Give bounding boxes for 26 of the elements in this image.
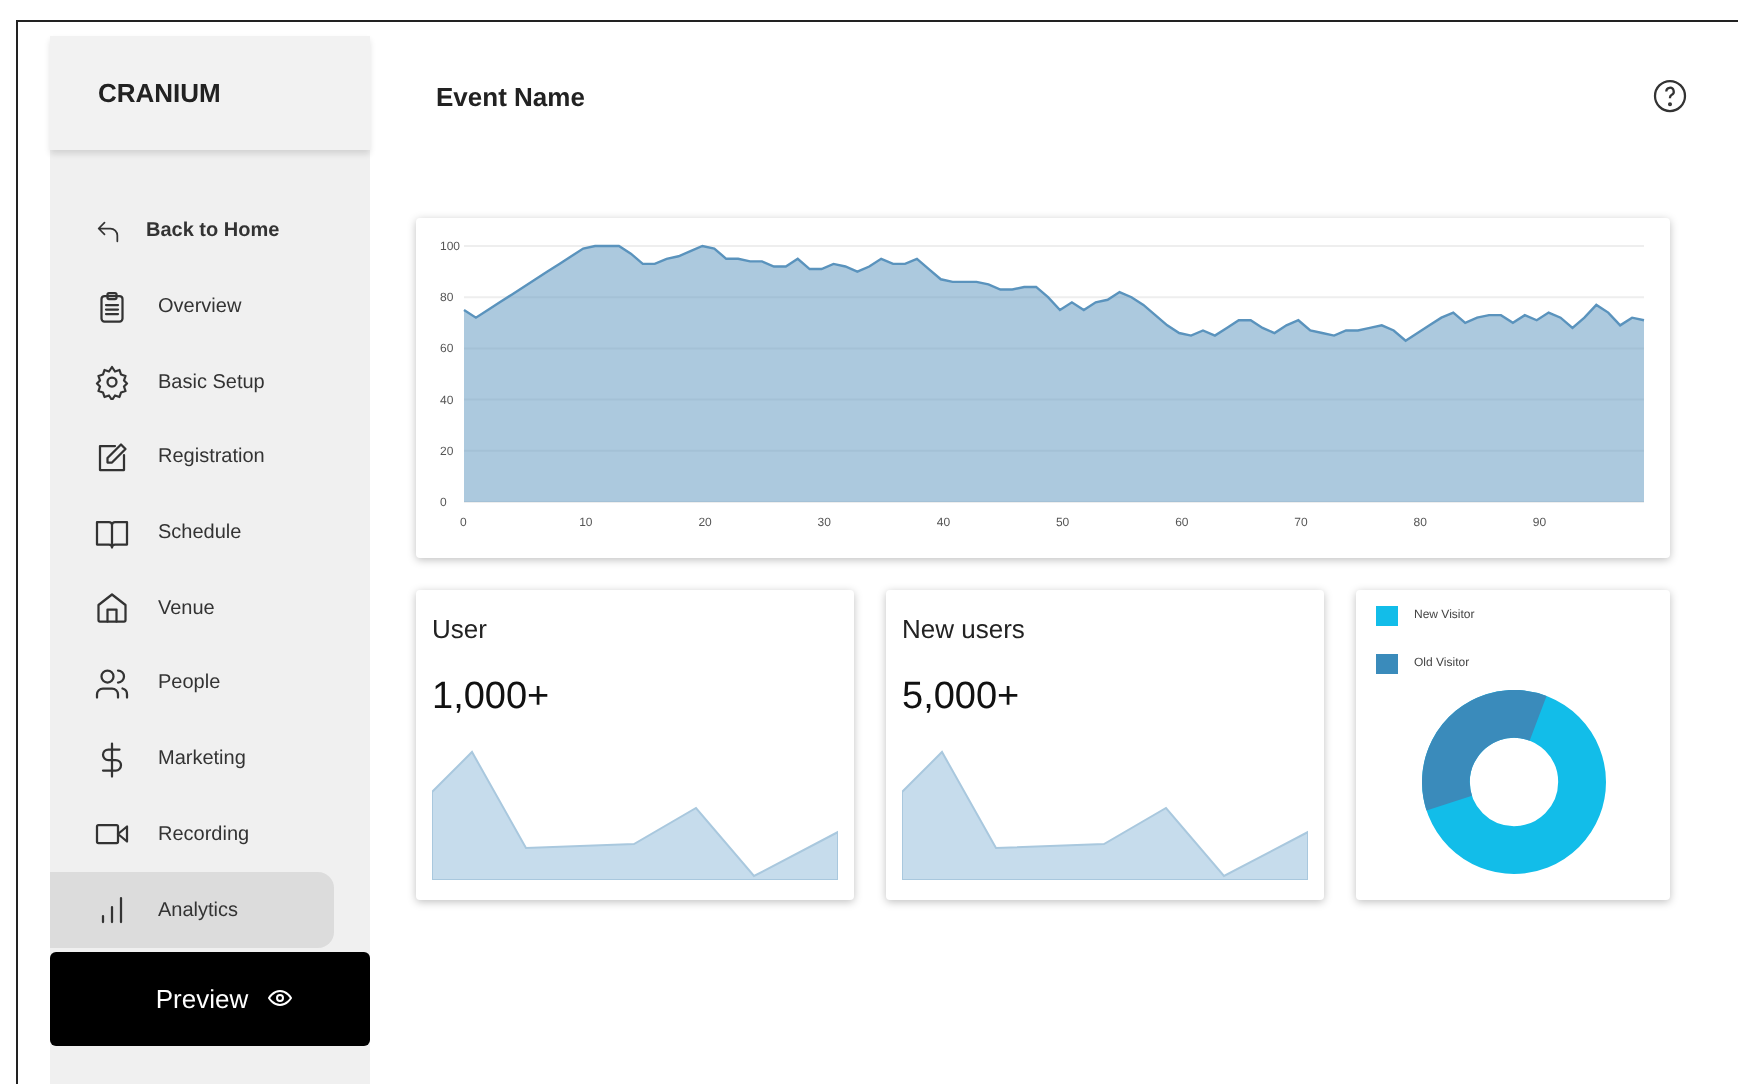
stat-title: User: [432, 614, 489, 644]
help-icon[interactable]: [1652, 78, 1688, 114]
sidebar-item[interactable]: Schedule: [50, 495, 334, 571]
preview-button[interactable]: Preview: [50, 951, 370, 1046]
sidebar-item[interactable]: Overview: [50, 269, 334, 345]
back-link[interactable]: Back to Home: [50, 194, 334, 270]
stat-title: New users: [902, 614, 1027, 644]
back-arrow-icon: [94, 217, 122, 246]
stat-value: 1,000+: [432, 676, 552, 720]
sidebar-item[interactable]: Venue: [50, 570, 334, 647]
venue-icon: [94, 590, 130, 627]
page-title: Event Name: [436, 81, 585, 111]
sidebar-item[interactable]: Basic Setup: [50, 344, 334, 421]
setup-icon: [94, 364, 130, 401]
stat-value: 5,000+: [902, 676, 1022, 720]
registration-icon: [94, 439, 130, 476]
sidebar-item[interactable]: Marketing: [50, 721, 334, 797]
sidebar-item[interactable]: Registration: [50, 420, 334, 496]
overview-icon: [94, 289, 130, 326]
sidebar-item[interactable]: Recording: [50, 797, 334, 873]
brand-name: CRANIUM: [50, 36, 370, 150]
eye-icon: [268, 986, 293, 1011]
sidebar-item[interactable]: Analytics: [50, 872, 334, 948]
schedule-icon: [94, 515, 130, 552]
sidebar-item[interactable]: People: [50, 646, 334, 722]
people-icon: [94, 665, 130, 702]
